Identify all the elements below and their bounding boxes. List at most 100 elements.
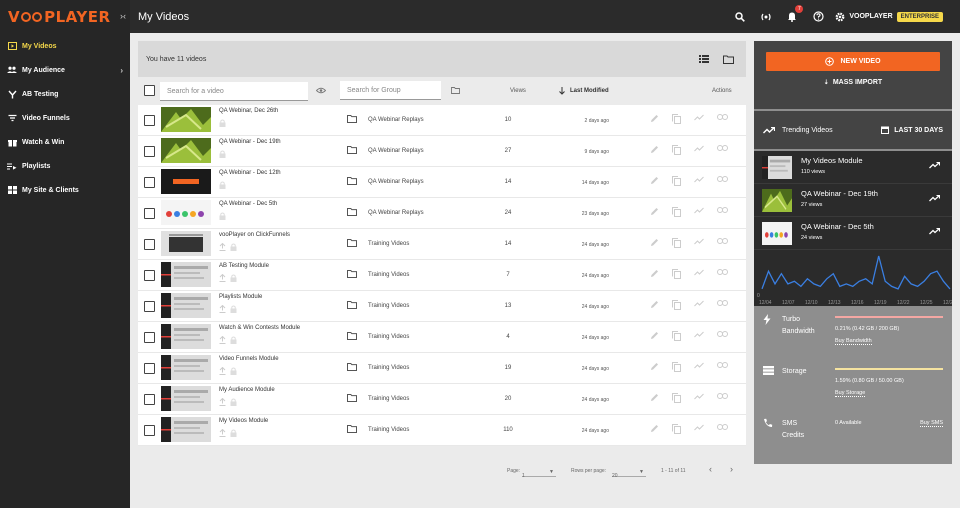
edit-icon[interactable] xyxy=(650,176,659,186)
lock-icon[interactable] xyxy=(219,212,226,220)
edit-icon[interactable] xyxy=(650,300,659,310)
copy-icon[interactable] xyxy=(672,238,681,248)
table-row[interactable]: Video Funnels Module Training Videos 19 24 … xyxy=(138,353,746,384)
table-row[interactable]: QA Webinar - Dec 19th QA Webinar Replays 2… xyxy=(138,136,746,167)
video-thumbnail[interactable] xyxy=(161,417,211,442)
row-checkbox[interactable] xyxy=(144,208,155,219)
trending-video-item[interactable]: My Videos Module 110 views xyxy=(754,151,952,184)
link-icon[interactable] xyxy=(717,238,728,248)
search-video-input[interactable]: Search for a video xyxy=(160,82,308,101)
row-checkbox[interactable] xyxy=(144,270,155,281)
edit-icon[interactable] xyxy=(650,114,659,124)
page-select[interactable]: 1 ▼ xyxy=(522,468,556,479)
row-checkbox[interactable] xyxy=(144,301,155,312)
eye-icon[interactable] xyxy=(316,87,326,94)
link-icon[interactable] xyxy=(717,331,728,341)
sidebar-item-video-funnels[interactable]: Video Funnels xyxy=(0,106,130,130)
edit-icon[interactable] xyxy=(650,145,659,155)
analytics-icon[interactable] xyxy=(694,393,704,403)
trending-video-item[interactable]: QA Webinar - Dec 5th 24 views xyxy=(754,217,952,250)
table-row[interactable]: QA Webinar - Dec 12th QA Webinar Replays 1… xyxy=(138,167,746,198)
upload-icon[interactable] xyxy=(219,367,226,375)
video-thumbnail[interactable] xyxy=(161,231,211,256)
link-icon[interactable] xyxy=(717,207,728,217)
video-group[interactable]: QA Webinar Replays xyxy=(368,179,424,185)
sidebar-item-my-audience[interactable]: My Audience › xyxy=(0,58,130,82)
buy-link[interactable]: Buy SMS xyxy=(920,420,943,427)
edit-icon[interactable] xyxy=(650,269,659,279)
lock-icon[interactable] xyxy=(230,274,237,282)
video-thumbnail[interactable] xyxy=(161,200,211,225)
video-title[interactable]: Playlists Module xyxy=(219,294,262,300)
sidebar-item-watch-win[interactable]: Watch & Win xyxy=(0,130,130,154)
copy-icon[interactable] xyxy=(672,176,681,186)
copy-icon[interactable] xyxy=(672,393,681,403)
new-video-button[interactable]: NEW VIDEO xyxy=(766,52,940,71)
period-select[interactable]: LAST 30 DAYS xyxy=(881,126,943,134)
row-checkbox[interactable] xyxy=(144,146,155,157)
link-icon[interactable] xyxy=(717,176,728,186)
table-row[interactable]: AB Testing Module Training Videos 7 24 days… xyxy=(138,260,746,291)
folder-filter-icon[interactable] xyxy=(451,87,460,94)
video-title[interactable]: My Videos Module xyxy=(219,418,268,424)
folder-view-icon[interactable] xyxy=(723,55,734,64)
video-group[interactable]: QA Webinar Replays xyxy=(368,148,424,154)
lock-icon[interactable] xyxy=(219,150,226,158)
table-row[interactable]: QA Webinar, Dec 26th QA Webinar Replays 10… xyxy=(138,105,746,136)
video-title[interactable]: Watch & Win Contests Module xyxy=(219,325,300,331)
table-row[interactable]: Watch & Win Contests Module Training Vide… xyxy=(138,322,746,353)
video-title[interactable]: QA Webinar - Dec 12th xyxy=(219,170,281,176)
broadcast-icon[interactable] xyxy=(759,10,773,24)
video-thumbnail[interactable] xyxy=(161,355,211,380)
views-column-header[interactable]: Views xyxy=(510,88,526,94)
lock-icon[interactable] xyxy=(230,429,237,437)
last-modified-column-header[interactable]: Last Modified xyxy=(570,88,609,94)
copy-icon[interactable] xyxy=(672,362,681,372)
edit-icon[interactable] xyxy=(650,393,659,403)
edit-icon[interactable] xyxy=(650,424,659,434)
copy-icon[interactable] xyxy=(672,207,681,217)
table-row[interactable]: Playlists Module Training Videos 13 24 days… xyxy=(138,291,746,322)
analytics-icon[interactable] xyxy=(694,331,704,341)
analytics-icon[interactable] xyxy=(694,424,704,434)
row-checkbox[interactable] xyxy=(144,425,155,436)
help-icon[interactable] xyxy=(811,10,825,24)
search-group-input[interactable]: Search for Group xyxy=(340,81,441,100)
analytics-icon[interactable] xyxy=(694,114,704,124)
prev-page-icon[interactable]: ‹ xyxy=(709,464,712,474)
copy-icon[interactable] xyxy=(672,424,681,434)
upload-icon[interactable] xyxy=(219,429,226,437)
sidebar-item-my-videos[interactable]: My Videos xyxy=(0,34,130,58)
rows-per-page-select[interactable]: 20 ▼ xyxy=(612,468,646,479)
lock-icon[interactable] xyxy=(219,181,226,189)
buy-link[interactable]: Buy Storage xyxy=(835,390,866,397)
sidebar-item-playlists[interactable]: Playlists xyxy=(0,154,130,178)
logo[interactable]: V PLAYER ›‹ xyxy=(0,0,130,33)
row-checkbox[interactable] xyxy=(144,239,155,250)
video-group[interactable]: Training Videos xyxy=(368,365,409,371)
edit-icon[interactable] xyxy=(650,362,659,372)
collapse-sidebar-button[interactable]: ›‹ xyxy=(120,11,126,21)
video-group[interactable]: Training Videos xyxy=(368,427,409,433)
upload-icon[interactable] xyxy=(219,336,226,344)
video-group[interactable]: Training Videos xyxy=(368,334,409,340)
link-icon[interactable] xyxy=(717,362,728,372)
video-title[interactable]: Video Funnels Module xyxy=(219,356,279,362)
lock-icon[interactable] xyxy=(230,243,237,251)
copy-icon[interactable] xyxy=(672,331,681,341)
video-thumbnail[interactable] xyxy=(161,386,211,411)
upload-icon[interactable] xyxy=(219,305,226,313)
video-thumbnail[interactable] xyxy=(161,324,211,349)
row-checkbox[interactable] xyxy=(144,177,155,188)
video-title[interactable]: AB Testing Module xyxy=(219,263,269,269)
table-row[interactable]: QA Webinar - Dec 5th QA Webinar Replays 24… xyxy=(138,198,746,229)
video-title[interactable]: vooPlayer on ClickFunnels xyxy=(219,232,290,238)
video-group[interactable]: Training Videos xyxy=(368,272,409,278)
copy-icon[interactable] xyxy=(672,145,681,155)
upload-icon[interactable] xyxy=(219,398,226,406)
select-all-checkbox[interactable] xyxy=(144,85,155,96)
link-icon[interactable] xyxy=(717,269,728,279)
bell-icon[interactable]: 7 xyxy=(785,4,804,24)
edit-icon[interactable] xyxy=(650,238,659,248)
video-group[interactable]: Training Videos xyxy=(368,396,409,402)
